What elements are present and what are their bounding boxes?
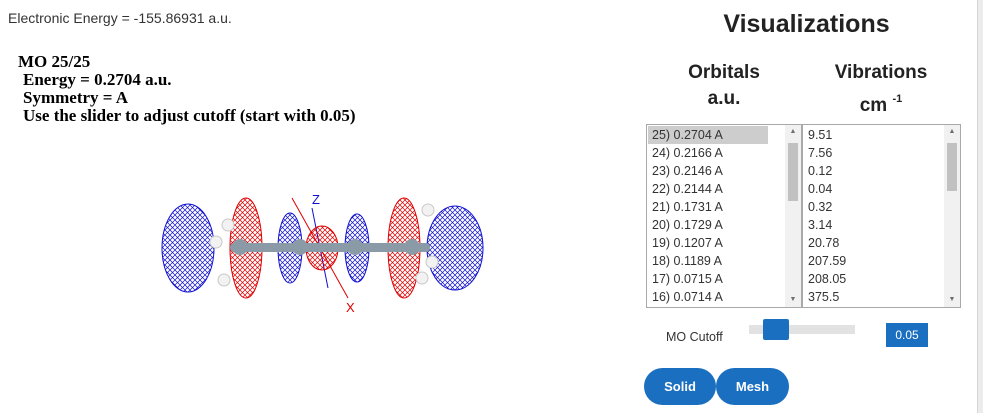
vibrations-unit-exponent: -1 (892, 93, 903, 105)
list-item[interactable]: 23) 0.2146 A (648, 162, 768, 180)
list-item[interactable]: 7.56 (804, 144, 846, 162)
mo-cutoff-value: 0.05 (886, 323, 928, 347)
mo-symmetry: Symmetry = A (23, 88, 129, 107)
orbitals-listbox[interactable]: 25) 0.2704 A 24) 0.2166 A 23) 0.2146 A 22) … (646, 124, 802, 308)
list-item[interactable]: 18) 0.1189 A (648, 252, 768, 270)
list-item[interactable]: 208.05 (804, 270, 846, 288)
mo-cutoff-slider-handle[interactable] (763, 319, 789, 340)
orbitals-list: 25) 0.2704 A 24) 0.2166 A 23) 0.2146 A 22) … (648, 126, 768, 306)
mo-title: MO 25/25 (18, 52, 91, 71)
atom-carbon-2 (292, 239, 308, 255)
list-item[interactable]: 0.04 (804, 180, 846, 198)
list-item[interactable]: 375.5 (804, 288, 846, 306)
orbital-render[interactable]: Z X (150, 180, 510, 320)
atom-hydrogen-5 (425, 255, 439, 269)
visualizations-panel: Visualizations Orbitals a.u. Vibrations … (636, 0, 977, 413)
list-item[interactable]: 0.12 (804, 162, 846, 180)
orbitals-unit: a.u. (707, 88, 741, 109)
vibrations-unit-base: cm (859, 95, 888, 116)
scroll-down-arrow-icon[interactable]: ▼ (944, 293, 960, 307)
solid-button[interactable]: Solid (644, 368, 716, 405)
panel-title: Visualizations (723, 10, 890, 38)
electronic-energy-label: Electronic Energy = -155.86931 a.u. (8, 10, 232, 26)
list-item[interactable]: 9.51 (804, 126, 846, 144)
orbitals-header: Orbitals a.u. (676, 60, 772, 112)
vibrations-scrollbar[interactable]: ▲ ▼ (944, 125, 960, 307)
list-item[interactable]: 19) 0.1207 A (648, 234, 768, 252)
mo-info: MO 25/25 Energy = 0.2704 a.u. Symmetry =… (18, 53, 356, 125)
mo-cutoff-label: MO Cutoff (666, 330, 723, 344)
list-item[interactable]: 207.59 (804, 252, 846, 270)
list-item[interactable]: 20.78 (804, 234, 846, 252)
atom-hydrogen-1 (221, 218, 235, 232)
vibrations-list: 9.51 7.56 0.12 0.04 0.32 3.14 20.78 207.59 208.0… (804, 126, 846, 306)
list-item[interactable]: 16) 0.0714 A (648, 288, 768, 306)
list-item[interactable]: 22) 0.2144 A (648, 180, 768, 198)
lobe-negative-right-outer (426, 205, 484, 291)
list-item[interactable]: 20) 0.1729 A (648, 216, 768, 234)
atom-carbon-4 (404, 239, 420, 255)
orbitals-scrollbar[interactable]: ▲ ▼ (785, 125, 801, 307)
scroll-up-arrow-icon[interactable]: ▲ (785, 125, 801, 139)
molecule-viewer[interactable]: Electronic Energy = -155.86931 a.u. MO 2… (0, 0, 636, 413)
scroll-up-arrow-icon[interactable]: ▲ (944, 125, 960, 139)
axis-x-label: X (346, 300, 355, 315)
orbitals-header-label: Orbitals (688, 62, 760, 83)
atom-hydrogen-3 (217, 273, 231, 287)
atom-hydrogen-6 (415, 271, 429, 285)
list-item[interactable]: 25) 0.2704 A (648, 126, 768, 144)
bond-backbone (230, 243, 430, 252)
page-scrollbar[interactable] (977, 0, 983, 413)
list-item[interactable]: 24) 0.2166 A (648, 144, 768, 162)
vibrations-unit: cm -1 (822, 86, 940, 119)
vibrations-header: Vibrations cm -1 (822, 60, 940, 119)
mo-energy: Energy = 0.2704 a.u. (23, 70, 172, 89)
vibrations-listbox[interactable]: 9.51 7.56 0.12 0.04 0.32 3.14 20.78 207.59 208.0… (802, 124, 961, 308)
atom-carbon-1 (232, 239, 248, 255)
atom-hydrogen-4 (421, 203, 435, 217)
axis-z-label: Z (312, 192, 320, 207)
scroll-down-arrow-icon[interactable]: ▼ (785, 293, 801, 307)
vibrations-header-label: Vibrations (834, 62, 928, 83)
mesh-button[interactable]: Mesh (716, 368, 789, 405)
list-item[interactable]: 21) 0.1731 A (648, 198, 768, 216)
atom-carbon-3 (347, 239, 363, 255)
list-item[interactable]: 3.14 (804, 216, 846, 234)
mo-hint: Use the slider to adjust cutoff (start w… (23, 106, 356, 125)
vibrations-scroll-thumb[interactable] (947, 143, 957, 191)
list-item[interactable]: 0.32 (804, 198, 846, 216)
lobe-negative-left-outer (161, 203, 215, 293)
list-item[interactable]: 17) 0.0715 A (648, 270, 768, 288)
atom-hydrogen-2 (209, 235, 223, 249)
orbitals-scroll-thumb[interactable] (788, 143, 798, 201)
